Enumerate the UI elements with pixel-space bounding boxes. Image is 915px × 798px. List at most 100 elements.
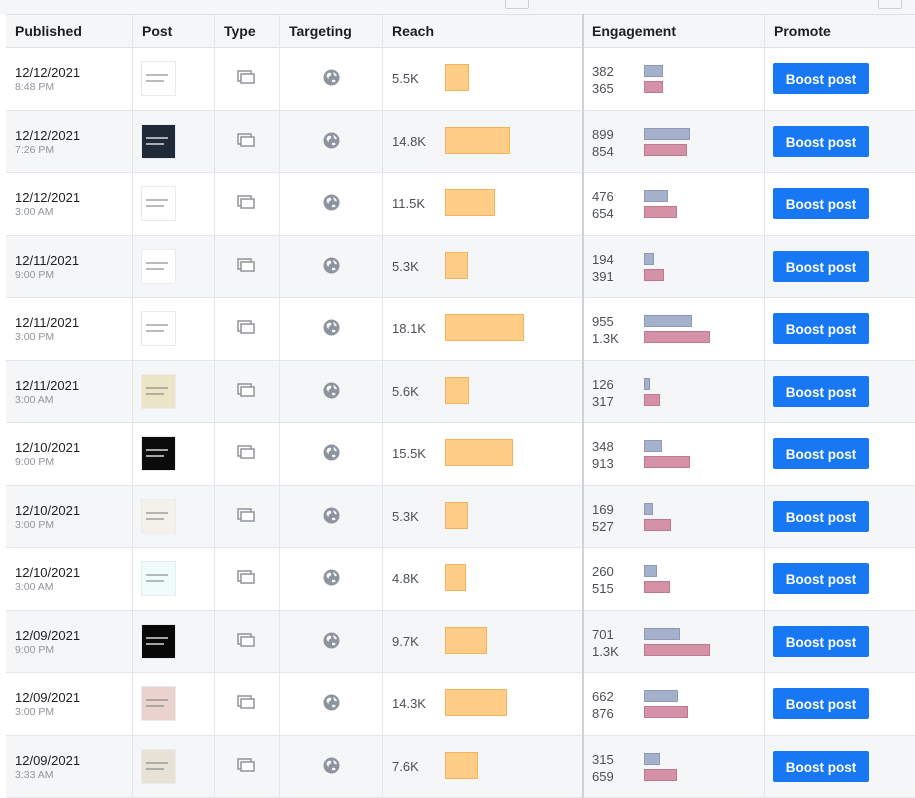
column-divider <box>582 14 584 798</box>
table-row: 12/11/20213:00 AM5.6K126317Boost post <box>6 361 915 424</box>
published-time: 9:00 PM <box>15 644 54 656</box>
boost-post-button[interactable]: Boost post <box>773 251 869 282</box>
engagement-bar-2 <box>644 769 677 781</box>
multi-photo-icon <box>237 70 255 84</box>
engagement-value-1: 126 <box>592 377 614 392</box>
globe-icon <box>323 569 340 586</box>
engagement-bar-1 <box>644 628 680 640</box>
engagement-bar-2 <box>644 144 687 156</box>
engagement-value-2: 365 <box>592 81 614 96</box>
boost-post-button[interactable]: Boost post <box>773 126 869 157</box>
table-row: 12/11/20213:00 PM18.1K9551.3KBoost post <box>6 298 915 361</box>
multi-photo-icon <box>237 695 255 709</box>
post-thumbnail[interactable] <box>141 561 176 596</box>
engagement-value-1: 169 <box>592 502 614 517</box>
post-thumbnail[interactable] <box>141 186 176 221</box>
reach-bar <box>445 502 468 529</box>
engagement-bar-1 <box>644 315 692 327</box>
table-row: 12/12/20217:26 PM14.8K899854Boost post <box>6 111 915 174</box>
published-time: 3:00 PM <box>15 706 54 718</box>
post-thumbnail[interactable] <box>141 749 176 784</box>
engagement-value-1: 260 <box>592 564 614 579</box>
multi-photo-icon <box>237 570 255 584</box>
reach-bar <box>445 564 466 591</box>
engagement-value-1: 955 <box>592 314 614 329</box>
post-thumbnail[interactable] <box>141 61 176 96</box>
engagement-value-2: 1.3K <box>592 331 619 346</box>
engagement-value-2: 527 <box>592 519 614 534</box>
engagement-value-2: 913 <box>592 456 614 471</box>
reach-bar <box>445 689 507 716</box>
reach-value: 15.5K <box>392 446 426 461</box>
reach-value: 9.7K <box>392 634 419 649</box>
reach-value: 14.8K <box>392 134 426 149</box>
boost-post-button[interactable]: Boost post <box>773 563 869 594</box>
header-engagement[interactable]: Engagement <box>592 23 676 39</box>
engagement-bar-2 <box>644 581 670 593</box>
post-thumbnail[interactable] <box>141 124 176 159</box>
post-thumbnail[interactable] <box>141 686 176 721</box>
published-time: 9:00 PM <box>15 269 54 281</box>
table-row: 12/12/20213:00 AM11.5K476654Boost post <box>6 173 915 236</box>
boost-post-button[interactable]: Boost post <box>773 626 869 657</box>
published-time: 3:00 PM <box>15 519 54 531</box>
scroll-nub-left[interactable] <box>505 0 529 9</box>
published-time: 8:48 PM <box>15 81 54 93</box>
post-thumbnail[interactable] <box>141 436 176 471</box>
engagement-bar-1 <box>644 378 650 390</box>
published-date: 12/09/2021 <box>15 753 80 768</box>
boost-post-button[interactable]: Boost post <box>773 188 869 219</box>
engagement-bar-1 <box>644 440 662 452</box>
boost-post-button[interactable]: Boost post <box>773 63 869 94</box>
column-divider <box>764 14 765 798</box>
boost-post-button[interactable]: Boost post <box>773 501 869 532</box>
published-date: 12/09/2021 <box>15 690 80 705</box>
globe-icon <box>323 257 340 274</box>
engagement-bar-2 <box>644 394 660 406</box>
post-thumbnail[interactable] <box>141 624 176 659</box>
published-date: 12/12/2021 <box>15 128 80 143</box>
engagement-value-2: 854 <box>592 144 614 159</box>
published-time: 3:00 AM <box>15 206 54 218</box>
multi-photo-icon <box>237 633 255 647</box>
reach-bar <box>445 314 524 341</box>
engagement-value-1: 348 <box>592 439 614 454</box>
column-divider <box>279 14 280 798</box>
engagement-bar-1 <box>644 190 668 202</box>
boost-post-button[interactable]: Boost post <box>773 438 869 469</box>
engagement-bar-1 <box>644 128 690 140</box>
table-row: 12/12/20218:48 PM5.5K382365Boost post <box>6 48 915 111</box>
boost-post-button[interactable]: Boost post <box>773 313 869 344</box>
globe-icon <box>323 632 340 649</box>
engagement-bar-1 <box>644 753 660 765</box>
engagement-value-1: 382 <box>592 64 614 79</box>
top-toolbar <box>0 0 915 14</box>
published-time: 3:33 AM <box>15 769 54 781</box>
engagement-bar-1 <box>644 65 663 77</box>
post-thumbnail[interactable] <box>141 499 176 534</box>
multi-photo-icon <box>237 758 255 772</box>
engagement-bar-2 <box>644 269 664 281</box>
published-date: 12/11/2021 <box>15 253 79 268</box>
engagement-value-1: 476 <box>592 189 614 204</box>
boost-post-button[interactable]: Boost post <box>773 751 869 782</box>
header-type: Type <box>224 23 256 39</box>
multi-photo-icon <box>237 508 255 522</box>
header-published[interactable]: Published <box>15 23 82 39</box>
post-thumbnail[interactable] <box>141 374 176 409</box>
post-thumbnail[interactable] <box>141 249 176 284</box>
engagement-bar-1 <box>644 690 678 702</box>
reach-bar <box>445 627 487 654</box>
header-post: Post <box>142 23 172 39</box>
boost-post-button[interactable]: Boost post <box>773 688 869 719</box>
header-reach[interactable]: Reach <box>392 23 434 39</box>
post-thumbnail[interactable] <box>141 311 176 346</box>
scroll-nub-right[interactable] <box>878 0 902 9</box>
boost-post-button[interactable]: Boost post <box>773 376 869 407</box>
engagement-value-2: 659 <box>592 769 614 784</box>
table-row: 12/09/20213:00 PM14.3K662876Boost post <box>6 673 915 736</box>
table-header-row: Published Post Type Targeting Reach Enga… <box>6 14 915 48</box>
multi-photo-icon <box>237 133 255 147</box>
globe-icon <box>323 507 340 524</box>
multi-photo-icon <box>237 258 255 272</box>
